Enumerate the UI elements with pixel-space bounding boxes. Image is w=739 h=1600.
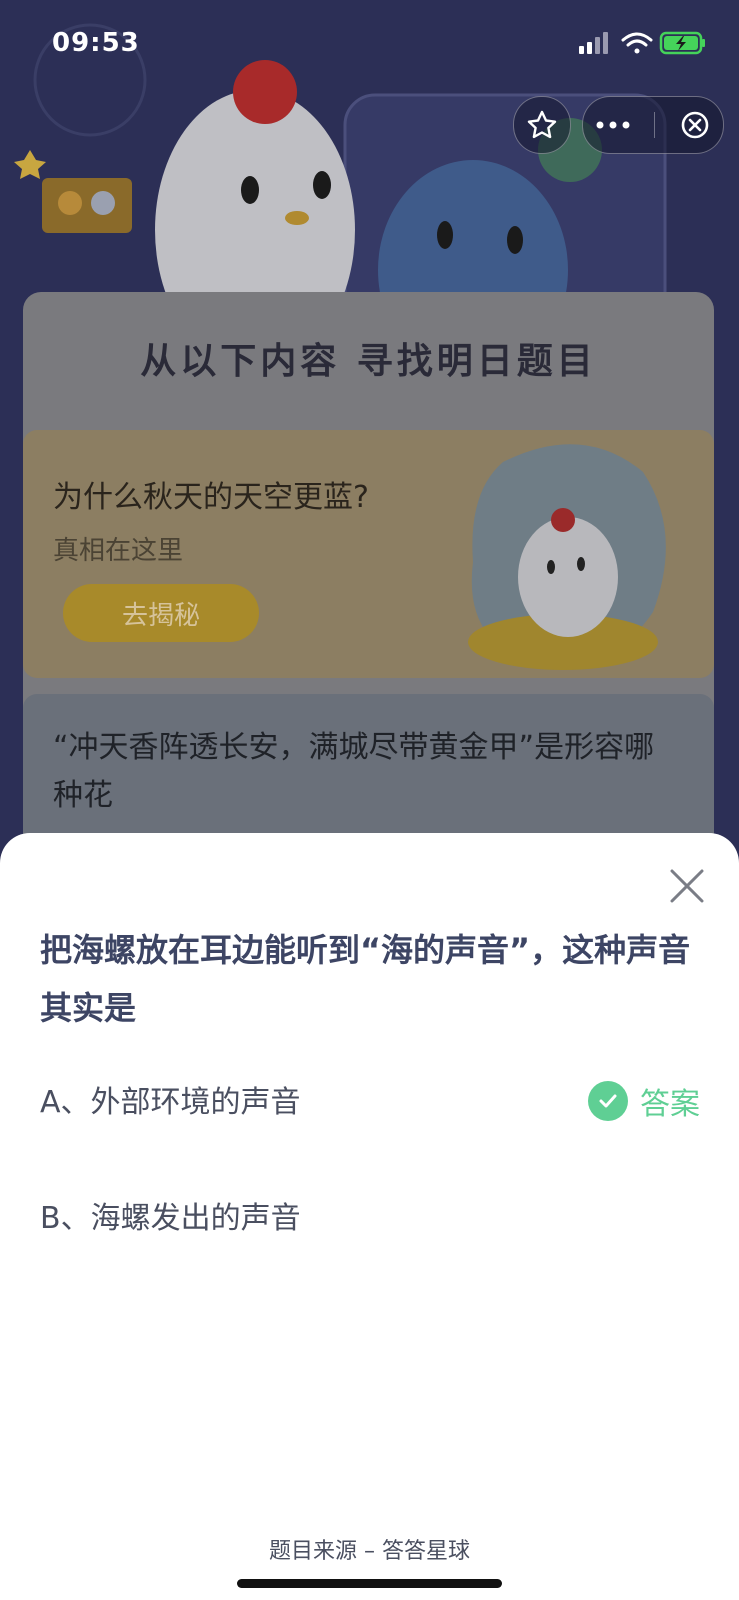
answer-label: 答案: [640, 1087, 700, 1122]
question-source: 题目来源 – 答答星球: [269, 1539, 470, 1564]
status-bar: 09:53: [0, 0, 739, 90]
reveal-button[interactable]: 去揭秘: [63, 584, 259, 642]
wifi-icon: [621, 32, 653, 54]
battery-icon: [659, 31, 705, 55]
more-icon[interactable]: [595, 120, 631, 130]
star-icon: [527, 110, 557, 139]
favorite-button[interactable]: [513, 96, 571, 154]
topic-card-autumn-sky[interactable]: 为什么秋天的天空更蓝? 真相在这里 去揭秘: [23, 430, 714, 678]
check-icon: [588, 1081, 628, 1121]
quiz-question: 把海螺放在耳边能听到“海的声音”，这种声音其实是: [40, 931, 691, 1027]
chick-illustration: [468, 444, 666, 670]
option-a[interactable]: A、外部环境的声音 答案: [40, 1069, 700, 1129]
close-icon[interactable]: [666, 865, 708, 907]
topic-question: “冲天香阵透长安，满城尽带黄金甲”是形容哪种花: [53, 730, 655, 813]
option-b[interactable]: B、海螺发出的声音: [40, 1185, 700, 1245]
section-title: 从以下内容 寻找明日题目: [140, 341, 597, 382]
signal-icon: [579, 32, 608, 54]
status-time: 09:53: [52, 28, 140, 58]
answer-sheet: 把海螺放在耳边能听到“海的声音”，这种声音其实是 A、外部环境的声音 答案 B、…: [0, 833, 739, 1600]
option-label: A、外部环境的声音: [40, 1085, 301, 1120]
status-icons: [579, 31, 705, 55]
topic-question: 为什么秋天的天空更蓝?: [53, 480, 369, 515]
capsule-divider: [654, 112, 656, 138]
miniapp-capsule: [582, 96, 724, 154]
close-miniapp-icon[interactable]: [679, 109, 711, 141]
answer-badge: 答案: [588, 1079, 700, 1123]
topic-subtitle: 真相在这里: [53, 536, 184, 566]
home-indicator[interactable]: [237, 1579, 502, 1588]
option-label: B、海螺发出的声音: [40, 1201, 301, 1236]
